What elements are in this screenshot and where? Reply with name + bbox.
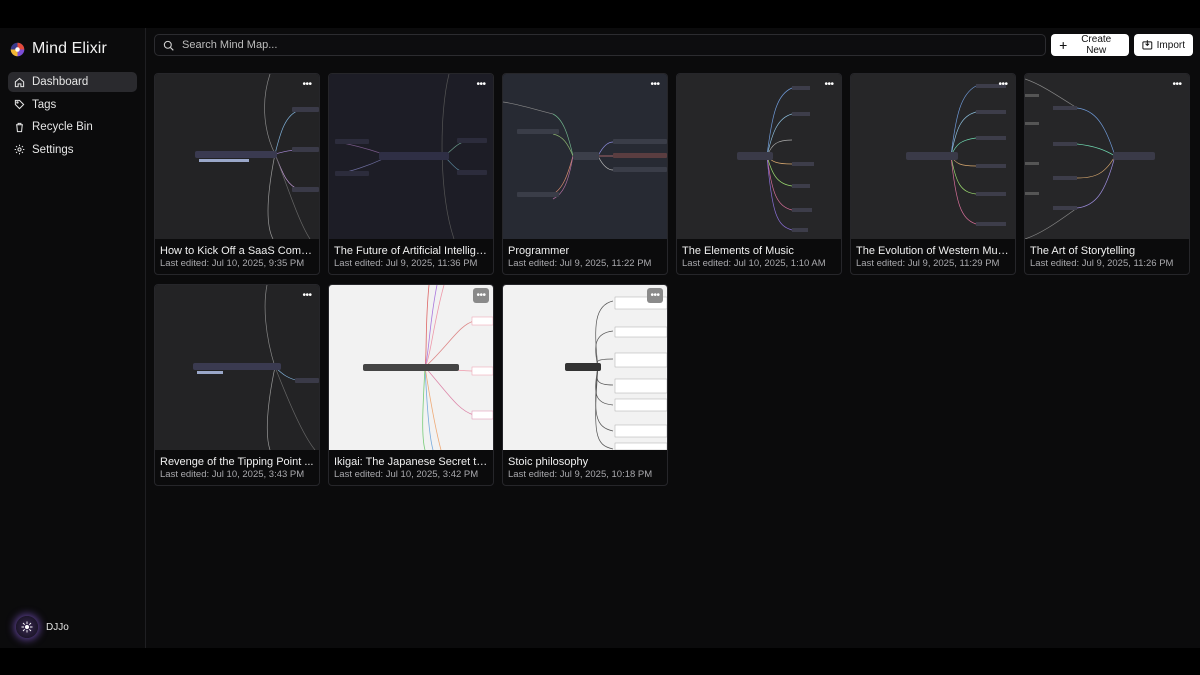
card-title: The Evolution of Western Music xyxy=(856,245,1011,257)
mind-map-thumbnail xyxy=(677,74,841,239)
card-title: The Elements of Music xyxy=(682,245,794,257)
more-icon: ••• xyxy=(650,289,660,301)
mind-map-card[interactable]: ••• Stoic philosophy Last edited: Jul 9,… xyxy=(502,284,668,486)
mind-map-card[interactable]: ••• The Art of Storytelling Last edited:… xyxy=(1024,73,1190,275)
card-more-button[interactable]: ••• xyxy=(299,288,315,303)
search-box[interactable] xyxy=(154,34,1046,56)
import-icon xyxy=(1142,40,1153,50)
mind-map-thumbnail xyxy=(503,285,667,450)
user-name: DJJo xyxy=(46,621,69,633)
card-title: Revenge of the Tipping Point ... xyxy=(160,456,314,468)
mind-map-thumbnail xyxy=(851,74,1015,239)
more-icon: ••• xyxy=(1172,78,1182,90)
more-icon: ••• xyxy=(476,289,486,301)
app-name: Mind Elixir xyxy=(32,40,107,57)
avatar xyxy=(16,616,38,638)
sidebar-item-dashboard[interactable]: Dashboard xyxy=(8,72,137,92)
card-more-button[interactable]: ••• xyxy=(299,77,315,92)
mind-map-card[interactable]: ••• Revenge of the Tipping Point ... Las… xyxy=(154,284,320,486)
card-date: Last edited: Jul 9, 2025, 11:29 PM xyxy=(856,258,1000,269)
card-meta: Revenge of the Tipping Point ... Last ed… xyxy=(160,456,315,481)
card-meta: The Elements of Music Last edited: Jul 1… xyxy=(682,245,837,270)
mind-map-thumbnail xyxy=(329,74,493,239)
card-date: Last edited: Jul 9, 2025, 11:36 PM xyxy=(334,258,478,269)
mind-map-card[interactable]: ••• The Evolution of Western Music Last … xyxy=(850,73,1016,275)
mind-map-card[interactable]: ••• Ikigai: The Japanese Secret to ... L… xyxy=(328,284,494,486)
more-icon: ••• xyxy=(998,78,1008,90)
card-date: Last edited: Jul 9, 2025, 10:18 PM xyxy=(508,469,653,480)
create-new-label: Create New xyxy=(1081,34,1112,56)
card-more-button[interactable]: ••• xyxy=(1169,77,1185,92)
card-title: Programmer xyxy=(508,245,570,257)
mind-map-thumbnail xyxy=(155,285,319,450)
app-window: Mind Elixir Dashboard Tags Recycle Bin S… xyxy=(0,28,1200,648)
card-date: Last edited: Jul 9, 2025, 11:26 PM xyxy=(1030,258,1174,269)
mind-map-card[interactable]: ••• The Future of Artificial Intellige..… xyxy=(328,73,494,275)
card-more-button[interactable]: ••• xyxy=(473,288,489,303)
card-meta: How to Kick Off a SaaS Compa... Last edi… xyxy=(160,245,315,270)
brand[interactable]: Mind Elixir xyxy=(8,36,137,60)
sidebar-item-settings[interactable]: Settings xyxy=(8,140,137,160)
card-title: The Art of Storytelling xyxy=(1030,245,1136,257)
sidebar-item-tags[interactable]: Tags xyxy=(8,95,137,115)
more-icon: ••• xyxy=(302,78,312,90)
plus-icon xyxy=(1059,41,1067,49)
main-content: Create New Import xyxy=(146,28,1200,648)
import-label: Import xyxy=(1156,39,1185,51)
mind-map-grid: ••• How to Kick Off a SaaS Compa... Last… xyxy=(154,73,1194,493)
card-more-button[interactable]: ••• xyxy=(821,77,837,92)
card-title: Ikigai: The Japanese Secret to ... xyxy=(334,456,489,468)
mind-map-thumbnail xyxy=(1025,74,1189,239)
mind-elixir-logo-icon xyxy=(10,42,25,56)
sidebar-item-label: Dashboard xyxy=(32,76,89,88)
more-icon: ••• xyxy=(476,78,486,90)
card-title: The Future of Artificial Intellige... xyxy=(334,245,489,257)
card-more-button[interactable]: ••• xyxy=(473,77,489,92)
sidebar-item-recycle-bin[interactable]: Recycle Bin xyxy=(8,117,137,137)
top-bar: Create New Import xyxy=(154,34,1193,56)
sidebar-item-label: Settings xyxy=(32,143,74,156)
trash-icon xyxy=(16,122,23,132)
card-more-button[interactable]: ••• xyxy=(647,288,663,303)
card-meta: Ikigai: The Japanese Secret to ... Last … xyxy=(334,456,489,481)
card-more-button[interactable]: ••• xyxy=(995,77,1011,92)
sidebar: Mind Elixir Dashboard Tags Recycle Bin S… xyxy=(0,28,146,648)
card-title: Stoic philosophy xyxy=(508,456,589,468)
home-icon xyxy=(14,77,25,87)
mind-map-card[interactable]: ••• Programmer Last edited: Jul 9, 2025,… xyxy=(502,73,668,275)
import-button[interactable]: Import xyxy=(1134,34,1193,56)
sidebar-item-label: Recycle Bin xyxy=(32,121,93,133)
mind-map-card[interactable]: ••• How to Kick Off a SaaS Compa... Last… xyxy=(154,73,320,275)
card-date: Last edited: Jul 10, 2025, 3:42 PM xyxy=(334,469,479,480)
card-meta: The Evolution of Western Music Last edit… xyxy=(856,245,1011,270)
mind-map-thumbnail xyxy=(155,74,319,239)
more-icon: ••• xyxy=(650,78,660,90)
search-icon xyxy=(163,40,174,51)
avatar-glyph-icon xyxy=(21,621,33,633)
user-profile[interactable]: DJJo xyxy=(16,616,69,638)
card-date: Last edited: Jul 10, 2025, 1:10 AM xyxy=(682,258,826,269)
card-meta: Stoic philosophy Last edited: Jul 9, 202… xyxy=(508,456,663,481)
more-icon: ••• xyxy=(302,289,312,301)
card-date: Last edited: Jul 9, 2025, 11:22 PM xyxy=(508,258,652,269)
card-date: Last edited: Jul 10, 2025, 3:43 PM xyxy=(160,469,305,480)
mind-map-thumbnail xyxy=(329,285,493,450)
mind-map-card[interactable]: ••• The Elements of Music Last edited: J… xyxy=(676,73,842,275)
card-meta: The Art of Storytelling Last edited: Jul… xyxy=(1030,245,1185,270)
card-more-button[interactable]: ••• xyxy=(647,77,663,92)
more-icon: ••• xyxy=(824,78,834,90)
card-date: Last edited: Jul 10, 2025, 9:35 PM xyxy=(160,258,305,269)
create-new-button[interactable]: Create New xyxy=(1051,34,1129,56)
card-meta: Programmer Last edited: Jul 9, 2025, 11:… xyxy=(508,245,663,270)
card-meta: The Future of Artificial Intellige... La… xyxy=(334,245,489,270)
search-input[interactable] xyxy=(180,38,1037,52)
sidebar-item-label: Tags xyxy=(32,98,57,111)
gear-icon xyxy=(14,144,25,155)
card-title: How to Kick Off a SaaS Compa... xyxy=(160,245,315,257)
tag-icon xyxy=(14,99,25,110)
mind-map-thumbnail xyxy=(503,74,667,239)
